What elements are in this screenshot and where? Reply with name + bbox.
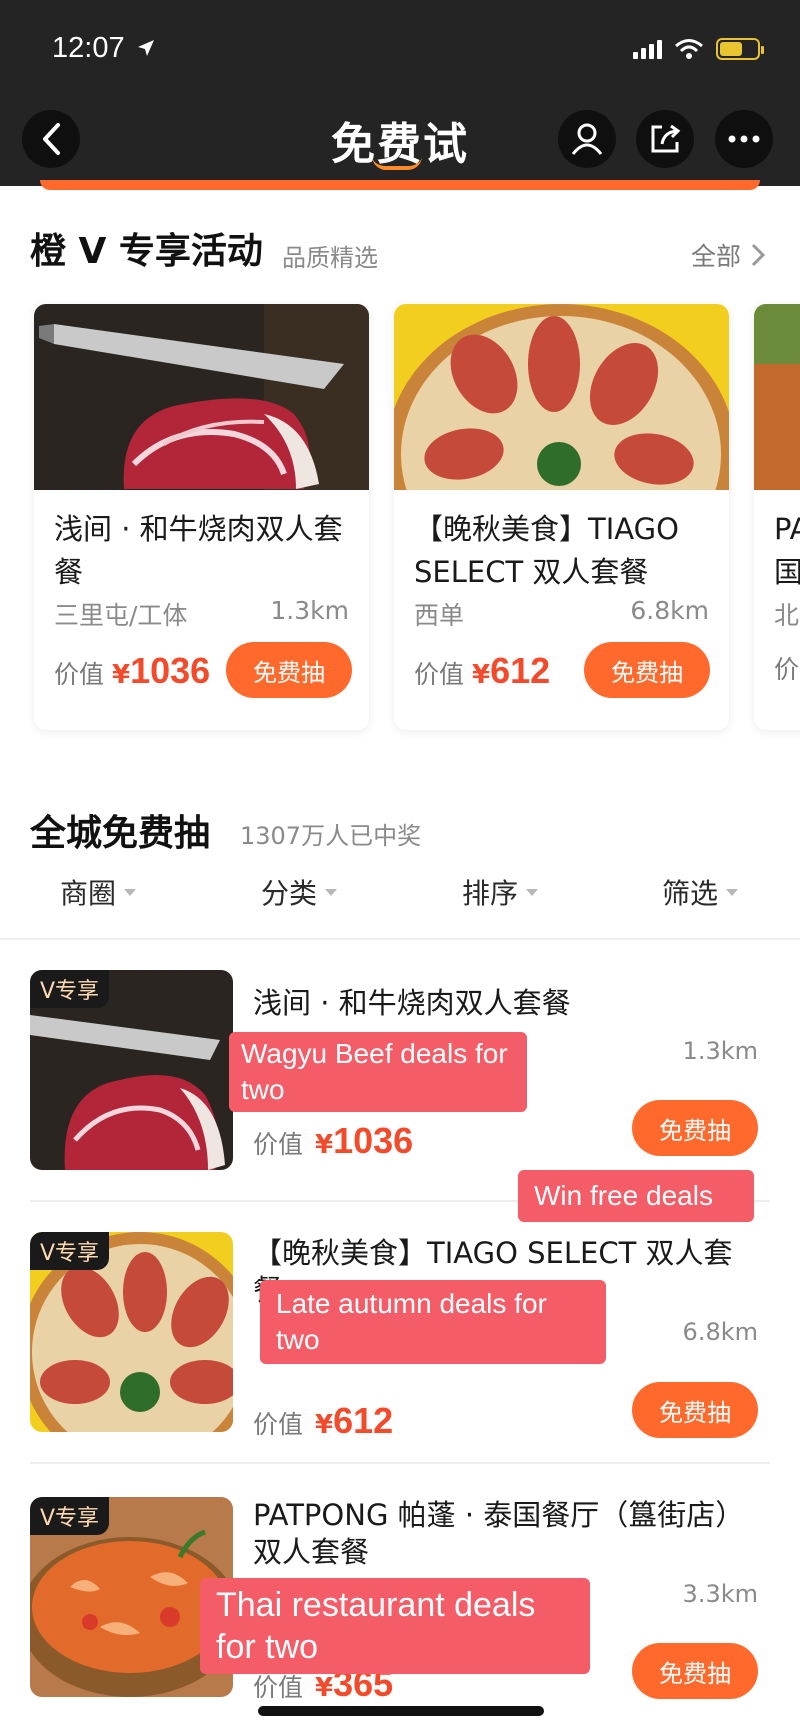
caption-win-free: Win free deals: [518, 1170, 754, 1222]
home-indicator[interactable]: [258, 1706, 544, 1716]
item-distance: 6.8km: [682, 1318, 758, 1346]
more-button[interactable]: [715, 110, 773, 168]
card-name: PA 国: [774, 512, 800, 589]
free-draw-button[interactable]: 免费抽: [584, 642, 710, 698]
v-exclusive-tag: V专享: [30, 970, 110, 1008]
currency-symbol: ¥: [315, 1130, 334, 1160]
card-value: 价值 ¥1036: [54, 650, 210, 692]
card-area: 三里屯/工体: [54, 601, 188, 630]
app-screen: 12:07 免费试 橙 V 专享活动 品质精选 全部 浅间 · 和牛烧肉双人套餐…: [0, 0, 800, 1731]
v-exclusive-tag: V专享: [30, 1497, 110, 1535]
dropdown-triangle-icon: [325, 888, 338, 896]
exclusive-subtitle: 品质精选: [282, 244, 378, 272]
winners-count: 1307万人已中奖: [240, 822, 422, 850]
chevron-left-icon: [43, 123, 60, 155]
item-divider: [30, 1462, 770, 1464]
filter-sort[interactable]: 排序: [462, 872, 539, 912]
view-all-label: 全部: [690, 242, 741, 271]
currency-symbol: ¥: [315, 1410, 334, 1440]
filter-label: 分类: [261, 877, 318, 910]
card-distance: 6.8km: [630, 596, 709, 625]
page-title: 免费试: [320, 108, 480, 170]
share-icon: [651, 124, 681, 153]
currency-symbol: ¥: [472, 660, 491, 690]
price: ¥1036: [112, 650, 210, 692]
item-value: 价值 ¥612: [253, 1400, 393, 1442]
top-bar: 12:07 免费试: [0, 0, 800, 186]
free-draw-button[interactable]: 免费抽: [226, 642, 352, 698]
card-value: 价值 ¥612: [414, 650, 550, 692]
caption-wagyu: Wagyu Beef deals for two: [229, 1032, 527, 1112]
card-area: 西单: [414, 601, 465, 630]
view-all-link[interactable]: 全部: [691, 237, 765, 273]
filter-label: 筛选: [662, 877, 719, 910]
free-draw-button[interactable]: 免费抽: [632, 1643, 758, 1699]
exclusive-card[interactable]: 浅间 · 和牛烧肉双人套餐 三里屯/工体 1.3km 价值 ¥1036 免费抽: [34, 304, 369, 730]
item-thumbnail: V专享: [30, 1232, 233, 1432]
item-name: 浅间 · 和牛烧肉双人套餐: [253, 986, 571, 1020]
price-value: 1036: [333, 1120, 414, 1161]
filter-label: 排序: [462, 877, 519, 910]
wifi-icon: [675, 39, 703, 59]
price: ¥612: [472, 650, 550, 692]
back-button[interactable]: [22, 110, 80, 168]
currency-symbol: ¥: [112, 660, 131, 690]
battery-icon: [716, 38, 764, 60]
location-arrow-icon: [137, 40, 154, 56]
free-draw-button[interactable]: 免费抽: [632, 1100, 758, 1156]
price-value: 1036: [130, 650, 211, 691]
filter-category[interactable]: 分类: [261, 872, 338, 912]
currency-symbol: ¥: [315, 1673, 334, 1703]
dropdown-triangle-icon: [526, 888, 539, 896]
status-time: 12:07: [52, 32, 155, 65]
status-time-text: 12:07: [52, 32, 125, 64]
filter-label: 商圈: [60, 877, 117, 910]
card-distance: 1.3km: [270, 596, 349, 625]
signal-icon: [633, 39, 662, 59]
wagyu-beef-image: [34, 304, 369, 490]
value-label: 价值: [253, 1410, 304, 1439]
filter-divider: [0, 938, 800, 940]
profile-button[interactable]: [558, 110, 616, 168]
item-value: 价值 ¥1036: [253, 1120, 413, 1162]
card-name: 【晚秋美食】TIAGO SELECT 双人套餐: [414, 512, 679, 589]
dropdown-triangle-icon: [726, 888, 739, 896]
card-area: 北: [774, 601, 800, 630]
card-value: 价: [774, 650, 799, 686]
status-icons: [633, 38, 764, 60]
share-button[interactable]: [636, 110, 694, 168]
caption-thai: Thai restaurant deals for two: [200, 1578, 590, 1674]
filter-screen[interactable]: 筛选: [662, 872, 739, 912]
free-draw-button[interactable]: 免费抽: [632, 1382, 758, 1438]
item-name: PATPONG 帕蓬 · 泰国餐厅（簋街店）双人套餐: [253, 1498, 745, 1569]
item-distance: 3.3km: [682, 1580, 758, 1608]
pizza-image: [394, 304, 729, 490]
v-exclusive-tag: V专享: [30, 1232, 110, 1270]
banner-edge: [40, 180, 760, 190]
logo-smile: [372, 156, 422, 170]
item-thumbnail: V专享: [30, 970, 233, 1170]
exclusive-card[interactable]: PA 国 北 价: [754, 304, 800, 730]
exclusive-card[interactable]: 【晚秋美食】TIAGO SELECT 双人套餐 西单 6.8km 价值 ¥612…: [394, 304, 729, 730]
exclusive-title: 橙 V 专享活动: [30, 231, 263, 272]
chevron-right-icon: [751, 243, 765, 267]
value-label: 价值: [253, 1130, 304, 1159]
card-name: 浅间 · 和牛烧肉双人套餐: [54, 512, 343, 589]
value-label: 价值: [414, 660, 465, 689]
more-dots-icon: [728, 135, 760, 143]
value-label: 价: [774, 655, 800, 684]
price-value: 612: [490, 650, 551, 691]
user-icon: [571, 123, 603, 155]
value-label: 价值: [54, 660, 105, 689]
price-value: 612: [333, 1400, 394, 1441]
dropdown-triangle-icon: [124, 888, 137, 896]
thai-food-image: [754, 304, 800, 490]
filter-business-area[interactable]: 商圈: [60, 872, 137, 912]
item-distance: 1.3km: [682, 1037, 758, 1065]
citywide-title: 全城免费抽: [30, 813, 211, 854]
caption-late-autumn: Late autumn deals for two: [260, 1280, 606, 1364]
price: ¥612: [315, 1400, 393, 1442]
price: ¥1036: [315, 1120, 413, 1162]
